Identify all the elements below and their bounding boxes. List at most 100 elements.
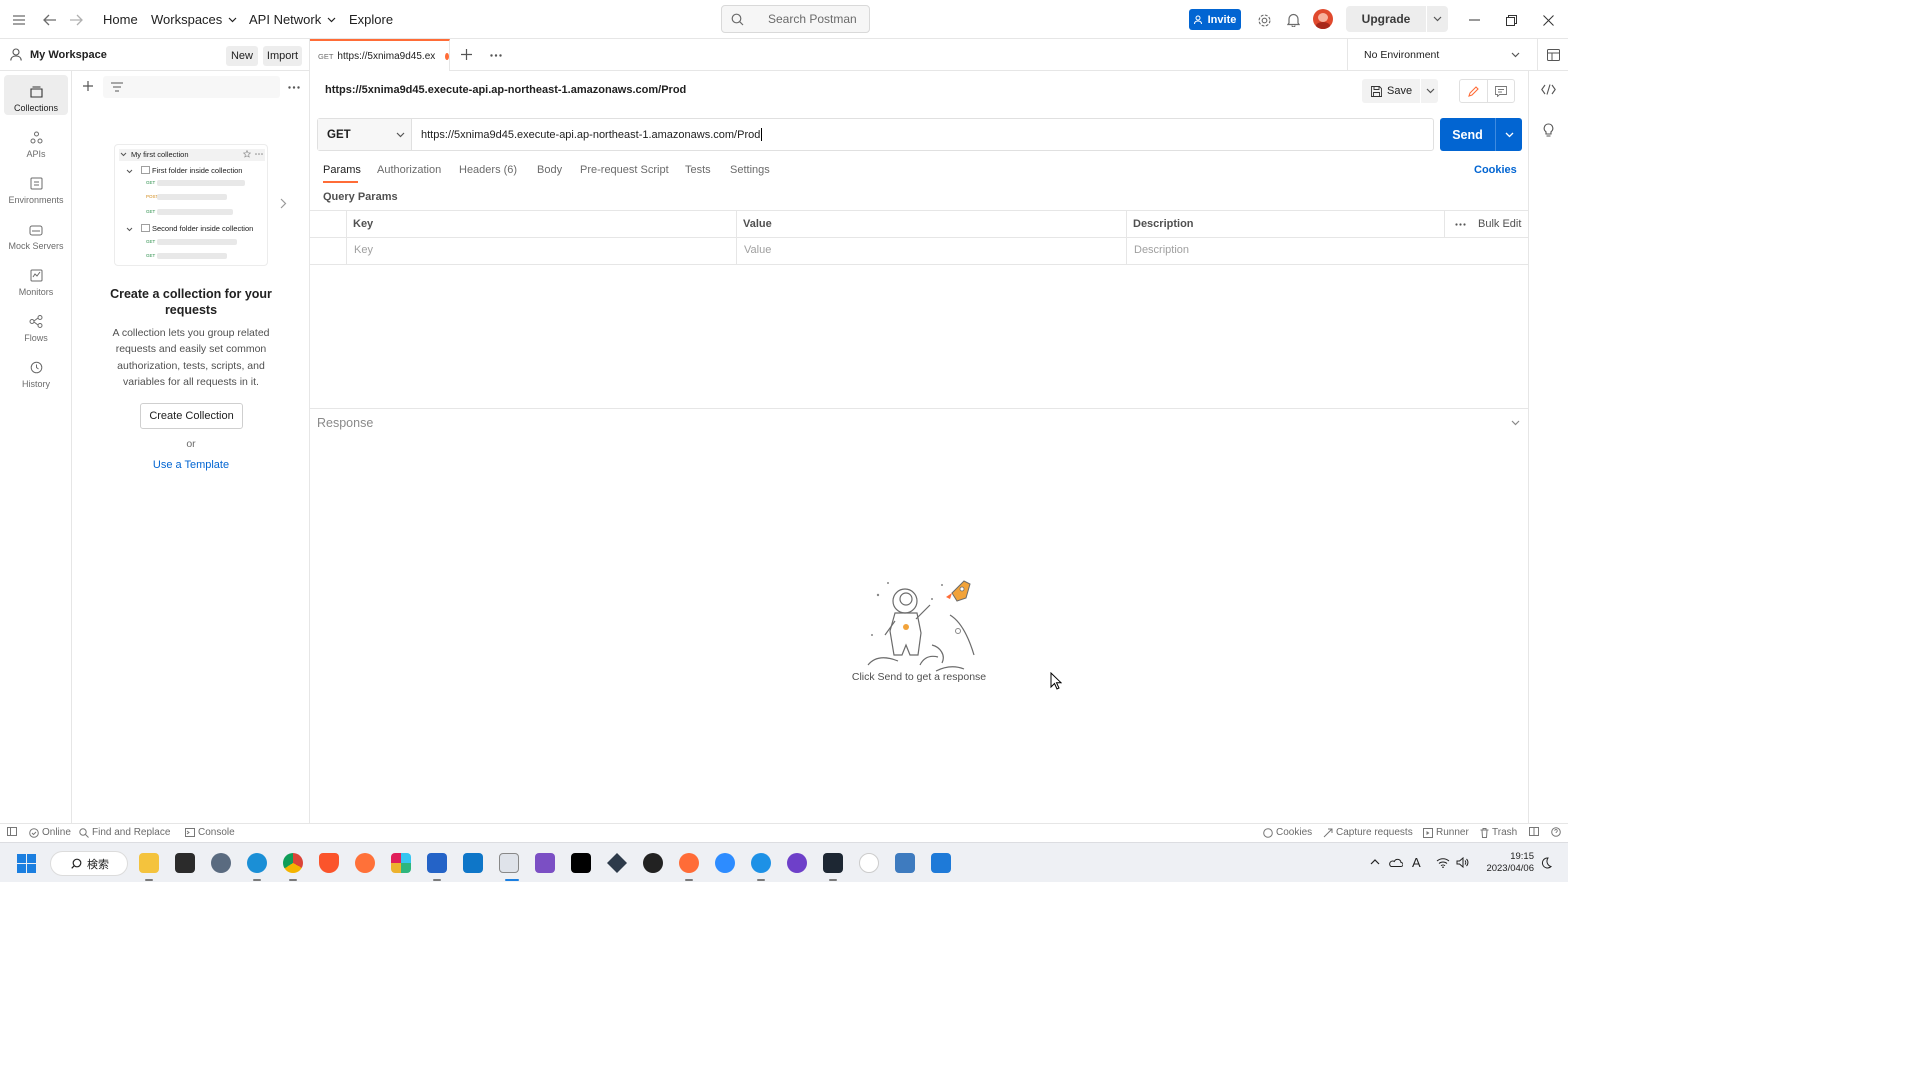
volume-icon[interactable] xyxy=(1456,857,1469,868)
windows-app-icon[interactable] xyxy=(931,853,951,873)
nav-home[interactable]: Home xyxy=(103,0,138,39)
chevron-down-icon[interactable] xyxy=(1505,132,1514,138)
edit-pencil-icon[interactable] xyxy=(1460,80,1488,102)
response-panel-header[interactable]: Response xyxy=(310,408,1528,436)
github-desktop-icon[interactable] xyxy=(643,853,663,873)
zoom-icon[interactable] xyxy=(715,853,735,873)
description-input[interactable]: Description xyxy=(1134,244,1189,256)
settings-gear-icon[interactable] xyxy=(1255,11,1273,29)
mongodb-icon[interactable] xyxy=(859,853,879,873)
use-template-link[interactable]: Use a Template xyxy=(92,459,290,471)
sidebar-item-monitors[interactable]: Monitors xyxy=(4,259,68,299)
firefox-browser-icon[interactable] xyxy=(355,853,375,873)
trash-button[interactable]: Trash xyxy=(1480,827,1517,838)
bulk-edit-link[interactable]: Bulk Edit xyxy=(1478,218,1521,230)
sidebar-item-apis[interactable]: APIs xyxy=(4,121,68,161)
github-icon[interactable] xyxy=(787,853,807,873)
tab-params[interactable]: Params xyxy=(323,164,361,176)
new-button[interactable]: New xyxy=(226,46,258,66)
forward-arrow-icon[interactable] xyxy=(67,11,85,29)
notification-moon-icon[interactable] xyxy=(1541,857,1552,869)
chevron-right-icon[interactable] xyxy=(280,198,287,209)
remote-desktop-icon[interactable] xyxy=(499,853,519,873)
inkscape-icon[interactable] xyxy=(607,853,627,873)
system-clock[interactable]: 19:15 2023/04/06 xyxy=(1478,851,1534,875)
docker-icon[interactable] xyxy=(751,853,771,873)
tab-body[interactable]: Body xyxy=(537,164,562,176)
value-input[interactable]: Value xyxy=(744,244,771,256)
nav-workspaces[interactable]: Workspaces xyxy=(151,0,237,39)
window-close-icon[interactable] xyxy=(1539,11,1557,29)
method-select[interactable]: GET xyxy=(318,119,412,150)
sidebar-item-collections[interactable]: Collections xyxy=(4,75,68,115)
cookies-link[interactable]: Cookies xyxy=(1474,164,1517,176)
find-and-replace[interactable]: Find and Replace xyxy=(79,827,170,838)
settings-app-icon[interactable] xyxy=(211,853,231,873)
save-button[interactable]: Save xyxy=(1362,79,1438,103)
toggle-sidebar-icon[interactable] xyxy=(7,827,17,836)
sidebar-item-mock-servers[interactable]: Mock Servers xyxy=(4,213,68,253)
import-button[interactable]: Import xyxy=(263,46,302,66)
back-arrow-icon[interactable] xyxy=(41,11,59,29)
send-button[interactable]: Send xyxy=(1440,118,1522,151)
tab-more-options-icon[interactable] xyxy=(490,54,502,57)
two-pane-view-icon[interactable] xyxy=(1529,827,1539,836)
new-tab-plus-icon[interactable] xyxy=(461,49,472,60)
chevron-down-icon[interactable] xyxy=(1426,88,1435,94)
runner-button[interactable]: Runner xyxy=(1423,827,1469,838)
cookies-status-button[interactable]: Cookies xyxy=(1263,827,1312,838)
chrome-browser-icon[interactable] xyxy=(283,853,303,873)
vscode-icon[interactable] xyxy=(463,853,483,873)
jetbrains-icon[interactable] xyxy=(571,853,591,873)
sidebar-item-flows[interactable]: Flows xyxy=(4,305,68,345)
terminal-icon[interactable] xyxy=(175,853,195,873)
tab-request[interactable]: GET https://5xnima9d45.ex xyxy=(310,39,450,71)
environment-selector[interactable]: No Environment xyxy=(1347,39,1537,71)
help-icon[interactable] xyxy=(1551,827,1561,837)
nav-explore[interactable]: Explore xyxy=(349,0,393,39)
key-input[interactable]: Key xyxy=(354,244,373,256)
app-icon[interactable] xyxy=(823,853,843,873)
slack-icon[interactable] xyxy=(391,853,411,873)
add-collection-icon[interactable] xyxy=(82,80,94,92)
environment-quick-look-icon[interactable] xyxy=(1537,39,1568,71)
tab-headers[interactable]: Headers (6) xyxy=(459,164,517,176)
filter-collections-input[interactable] xyxy=(103,76,280,98)
more-options-icon[interactable] xyxy=(1455,223,1466,226)
upgrade-button[interactable]: Upgrade xyxy=(1346,6,1448,32)
postman-app-icon[interactable] xyxy=(679,853,699,873)
user-avatar[interactable] xyxy=(1313,9,1333,29)
search-input[interactable]: Search Postman xyxy=(721,5,870,33)
ime-indicator[interactable]: A xyxy=(1412,855,1421,870)
lightbulb-icon[interactable] xyxy=(1543,123,1554,137)
notification-bell-icon[interactable] xyxy=(1284,11,1302,29)
nav-api-network[interactable]: API Network xyxy=(249,0,336,39)
edge-browser-icon[interactable] xyxy=(247,853,267,873)
sidebar-item-history[interactable]: History xyxy=(4,351,68,391)
file-explorer-icon[interactable] xyxy=(139,853,159,873)
taskbar-search[interactable]: 検索 xyxy=(50,851,128,876)
window-restore-icon[interactable] xyxy=(1502,11,1520,29)
onedrive-cloud-icon[interactable] xyxy=(1388,858,1403,867)
workspace-name[interactable]: My Workspace xyxy=(30,49,107,61)
hamburger-menu-icon[interactable] xyxy=(10,11,28,29)
console-button[interactable]: Console xyxy=(185,827,235,838)
tab-pre-request-script[interactable]: Pre-request Script xyxy=(580,164,669,176)
sidebar-item-environments[interactable]: Environments xyxy=(4,167,68,207)
more-options-icon[interactable] xyxy=(288,86,300,89)
invite-button[interactable]: Invite xyxy=(1189,9,1241,30)
notepad-icon[interactable] xyxy=(427,853,447,873)
chevron-down-icon[interactable] xyxy=(1433,16,1442,22)
chevron-up-icon[interactable] xyxy=(1370,859,1380,865)
online-status[interactable]: Online xyxy=(29,827,71,838)
tab-tests[interactable]: Tests xyxy=(685,164,711,176)
brave-browser-icon[interactable] xyxy=(319,853,339,873)
capture-requests-button[interactable]: Capture requests xyxy=(1323,827,1413,838)
comments-icon[interactable] xyxy=(1488,80,1515,102)
windows-start-icon[interactable] xyxy=(17,854,36,873)
request-title[interactable]: https://5xnima9d45.execute-api.ap-northe… xyxy=(325,84,686,96)
tab-settings[interactable]: Settings xyxy=(730,164,770,176)
visual-studio-icon[interactable] xyxy=(535,853,555,873)
tab-authorization[interactable]: Authorization xyxy=(377,164,441,176)
virtualization-icon[interactable] xyxy=(895,853,915,873)
